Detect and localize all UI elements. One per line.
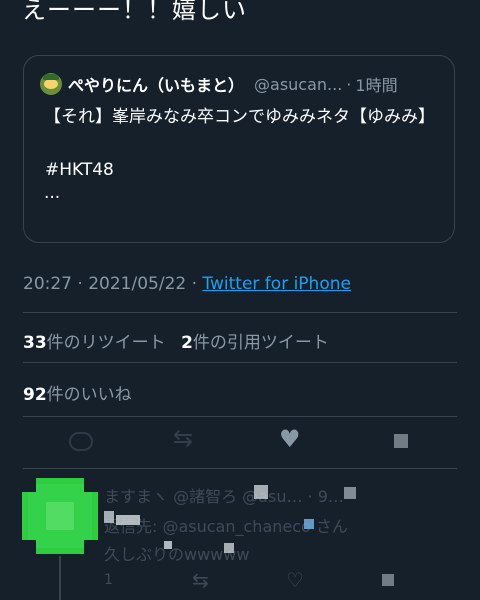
thread-line [59,556,61,600]
retweets-count: 33 [23,333,47,353]
share-icon[interactable] [382,574,394,586]
share-icon [394,434,408,448]
source-link[interactable]: Twitter for iPhone [202,274,351,294]
quotes-label: 件の引用ツイート [192,333,329,353]
tweet-text: えーーー！！嬉しい [22,0,247,24]
meta-separator: · [72,274,89,294]
likes-label: 件のいいね [46,385,132,405]
retweet-button[interactable]: ⇆ [173,424,199,454]
meta-separator: · [186,274,203,294]
quoted-user-name: ぺやりにん（いもまと） [68,76,245,95]
divider [23,416,457,417]
divider [23,312,457,313]
likes-count: 92 [23,385,47,405]
reply-icon [69,432,93,451]
quoted-tweet-text: 【それ】峯岸みなみ卒コンでゆみみネタ【ゆみみ】 [44,107,435,127]
like-button[interactable]: ♥ [279,425,305,454]
reply-action-bar: 1 ⇆ ♡ [104,568,450,596]
retweet-icon: ⇆ [173,424,194,452]
quoted-user-avatar [40,73,62,95]
reply-reply-count[interactable]: 1 [104,572,113,588]
quoted-tweet-header: ぺやりにん（いもまと） @asucan... · 1時間 [40,72,446,96]
quotes-stat[interactable]: 2件の引用ツイート [181,333,329,353]
reply-button[interactable] [67,428,93,454]
quoted-tweet-card[interactable]: ぺやりにん（いもまと） @asucan... · 1時間 【それ】峯岸みなみ卒コ… [23,55,455,243]
tweet-action-bar: ⇆ ♥ [23,424,457,460]
like-icon: ♥ [279,425,301,453]
quoted-tweet-time: 1時間 [355,76,398,95]
like-icon[interactable]: ♡ [286,568,304,592]
divider [23,362,457,363]
retweet-icon[interactable]: ⇆ [192,568,209,592]
quotes-count: 2 [181,333,193,353]
header-separator: · [346,74,352,94]
divider [23,468,457,469]
share-button[interactable] [389,428,415,454]
reply-header: ますまヽ @諸智ろ @asu… · 9… [104,487,344,506]
tweet-time: 20:27 [23,274,72,294]
quoted-tweet-body: 【それ】峯岸みなみ卒コンでゆみみネタ【ゆみみ】 #HKT48 ... [44,104,444,207]
reply-user-avatar[interactable] [22,478,98,554]
quoted-user-handle: @asucan... [254,74,343,94]
tweet-metadata: 20:27 · 2021/05/22 · Twitter for iPhone [23,274,351,294]
engagement-stats: 33件のリツイート 2件の引用ツイート [23,328,329,353]
retweets-stat[interactable]: 33件のリツイート [23,333,166,353]
truncation-ellipsis: ... [44,183,61,203]
likes-stat[interactable]: 92件のいいね [23,380,132,405]
retweets-label: 件のリツイート [46,333,166,353]
tweet-date: 2021/05/22 [88,274,187,294]
